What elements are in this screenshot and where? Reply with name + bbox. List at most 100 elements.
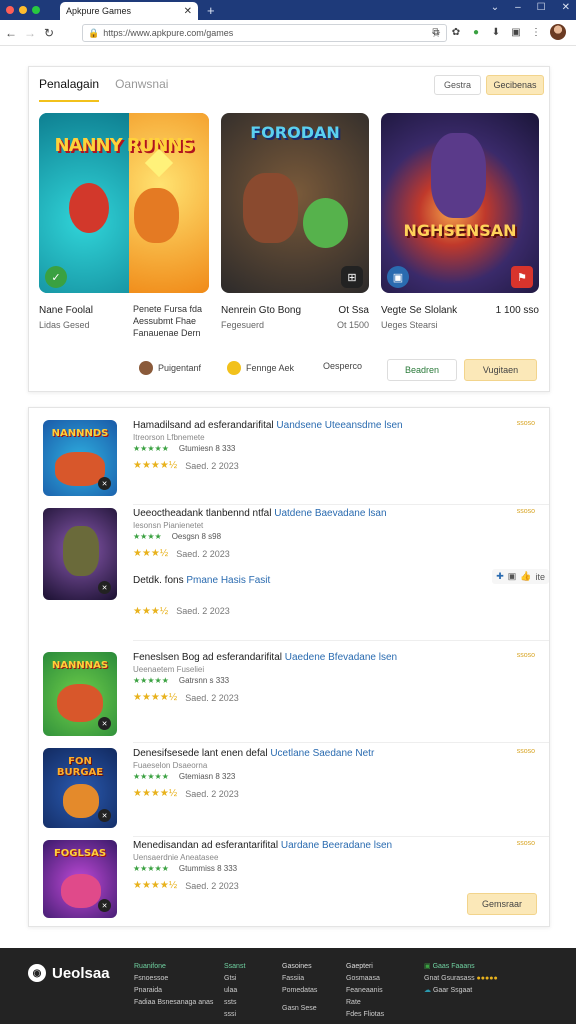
puzzle-icon[interactable]: ✿ — [450, 26, 462, 38]
featured-game-card[interactable]: NANNY RUNNS ✓ Nane Foolal Lidas Gesed — [39, 113, 209, 330]
footer-link[interactable]: ssts — [224, 997, 245, 1009]
footer-link[interactable]: Fadiaa Bsnesanaga anas — [134, 997, 213, 1009]
item-link[interactable]: Uandsene Uteeansdme lsen — [276, 420, 402, 431]
thumbnail-title: NANNNDS — [51, 428, 109, 439]
rating-stars: ★★★★ — [133, 532, 162, 541]
game-artwork: FORODAN ⊞ — [221, 113, 369, 293]
item-subtitle: Uensaerdnie Aneatasee — [133, 853, 219, 862]
footer-heading: Gasoines — [282, 963, 312, 970]
thumbs-up-icon[interactable]: 👍 — [520, 571, 531, 582]
item-badge: ssoso — [516, 748, 535, 755]
footer-secondary-button[interactable]: Beadren — [387, 359, 457, 381]
social-icons[interactable]: ●●●●● — [477, 975, 498, 982]
tab-close-icon[interactable]: ✕ — [184, 6, 192, 17]
footer-link[interactable]: Fassiia — [282, 973, 317, 985]
footer-link[interactable]: Pnaraida — [134, 985, 213, 997]
site-footer: ◉ Ueolsaa Ruanifone Fsnoessoe Pnaraida F… — [0, 948, 576, 1024]
reload-button[interactable]: ↻ — [41, 26, 57, 40]
footer-link[interactable]: Feaneaanis — [346, 985, 384, 997]
minimize-icon[interactable]: – — [515, 2, 521, 13]
address-bar[interactable]: 🔒 https://www.apkpure.com/games ☆ — [82, 24, 447, 42]
action-label[interactable]: ite — [535, 572, 545, 582]
sidebar-icon[interactable]: ▣ — [510, 26, 522, 38]
browser-tab[interactable]: Apkpure Games ✕ — [60, 2, 198, 20]
app-icon: ▣ — [387, 266, 409, 288]
expanded-title: Detdk. fons — [133, 574, 184, 586]
item-badge: ssoso — [516, 840, 535, 847]
item-badge: ssoso — [516, 508, 535, 515]
forward-button[interactable]: → — [22, 26, 38, 40]
more-button[interactable]: Gemsraar — [467, 893, 537, 915]
tab-primary[interactable]: Penalagain — [39, 77, 100, 102]
footer-link[interactable]: sssi — [224, 1009, 245, 1021]
close-window-button[interactable] — [6, 6, 14, 14]
footer-link[interactable]: Pomedatas — [282, 985, 317, 997]
lock-icon: 🔒 — [88, 27, 100, 38]
game-name: Nenrein Gto Bong — [221, 305, 302, 316]
item-subtitle: Ueenaetem Fuseliei — [133, 665, 205, 674]
expanded-link[interactable]: Pmane Hasis Fasit — [186, 575, 270, 586]
header-primary-button[interactable]: Gecibenas — [486, 75, 544, 95]
footer-brand[interactable]: ◉ Ueolsaa — [28, 964, 110, 982]
thumbnail-title: NANNNAS — [51, 660, 109, 671]
rating-stars: ★★★★½ — [133, 880, 178, 891]
creator-chip[interactable]: Fennge Aek — [227, 361, 294, 375]
item-meta: Gtemiasn 8 323 — [178, 772, 236, 781]
game-side-stat: 1 100 sso — [495, 305, 539, 316]
item-link[interactable]: Uatdene Baevadane lsan — [274, 508, 386, 519]
profile-avatar[interactable] — [550, 24, 566, 40]
footer-link[interactable]: Gosmaasa — [346, 973, 384, 985]
maximize-window-button[interactable] — [32, 6, 40, 14]
download-icon[interactable]: ⬇ — [490, 26, 502, 38]
item-title: Ueeoctheadank tlanbennd ntfal — [133, 508, 272, 519]
expanded-row[interactable]: Detdk. fons Pmane Hasis Fasit ✚ ▣ 👍 ite — [133, 569, 549, 588]
game-thumbnail: FON BURGAE ✕ — [43, 748, 117, 828]
featured-game-card[interactable]: FORODAN ⊞ Nenrein Gto Bong Ot Ssa Fegesue… — [221, 113, 369, 330]
game-list-card: NANNNDS ✕ Hamadilsand ad esferandarifita… — [28, 407, 550, 927]
close-icon[interactable]: ✕ — [562, 2, 570, 13]
mid-text-line: Penete Fursa fda — [133, 304, 203, 314]
back-button[interactable]: ← — [3, 26, 19, 40]
footer-link[interactable]: Gasn Sese — [282, 1003, 317, 1015]
footer-link[interactable]: Fsnoessoe — [134, 973, 213, 985]
game-subtitle: Fegesuerd — [221, 320, 265, 330]
item-date: Saed. 2 2023 — [185, 692, 239, 703]
item-link[interactable]: Uardane Beeradane lsen — [281, 840, 392, 851]
creator-chip[interactable]: Oesperco — [323, 361, 362, 371]
rating-stars: ★★★★★ — [133, 676, 169, 685]
footer-primary-button[interactable]: Vugitaen — [464, 359, 537, 381]
footer-link[interactable]: Fdes Fliotas — [346, 1009, 384, 1021]
footer-link[interactable]: Gaar Ssgaat — [433, 987, 472, 994]
creator-name: Puigentanf — [158, 363, 202, 373]
share-icon[interactable]: ✚ — [496, 571, 504, 582]
item-link[interactable]: Uaedene Bfevadane lsen — [285, 652, 397, 663]
footer-link[interactable]: Rate — [346, 997, 384, 1009]
image-icon[interactable]: ▣ — [508, 571, 517, 582]
rating-stars: ★★★★★ — [133, 444, 169, 453]
new-tab-button[interactable]: + — [207, 3, 215, 18]
item-title: Feneslsen Bog ad esferandarifital — [133, 652, 282, 663]
tab-secondary[interactable]: Oanwsnai — [115, 77, 168, 102]
menu-icon[interactable]: ⋮ — [530, 26, 542, 38]
footer-link[interactable]: ulaa — [224, 985, 245, 997]
creator-chip[interactable]: Puigentanf — [139, 361, 201, 375]
minimize-window-button[interactable] — [19, 6, 27, 14]
footer-link[interactable]: Gtsi — [224, 973, 245, 985]
window-controls — [0, 6, 40, 14]
window-buttons: ⌄ – ☐ ✕ — [491, 2, 570, 13]
shield-icon[interactable]: ● — [470, 26, 482, 38]
platform-icon: ✕ — [98, 809, 111, 822]
header-secondary-button[interactable]: Gestra — [434, 75, 481, 95]
avatar — [139, 361, 153, 375]
featured-game-card[interactable]: NGHSENSAN ▣ ⚑ Vegte Se Slolank 1 100 sso … — [381, 113, 539, 330]
item-meta: Gatrsnn s 333 — [178, 676, 230, 685]
game-name: Nane Foolal — [39, 305, 93, 316]
item-link[interactable]: Ucetlane Saedane Netr — [270, 748, 374, 759]
extension-icon[interactable]: ⧉ — [430, 26, 442, 38]
footer-column: Gaepteri Gosmaasa Feaneaanis Rate Fdes F… — [346, 961, 384, 1021]
footer-link[interactable]: Gnat Gsurasass — [424, 975, 475, 982]
brand-name: Ueolsaa — [52, 964, 110, 982]
maximize-icon[interactable]: ☐ — [537, 2, 546, 13]
chevron-down-icon[interactable]: ⌄ — [491, 2, 499, 13]
creator-name: Fennge Aek — [246, 363, 295, 373]
